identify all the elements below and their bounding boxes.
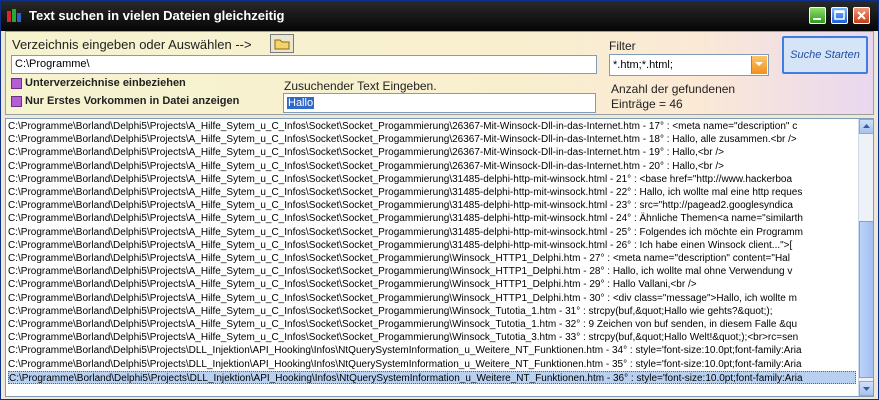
result-row[interactable]: C:\Programme\Borland\Delphi5\Projects\A_… <box>8 318 856 331</box>
results-list[interactable]: C:\Programme\Borland\Delphi5\Projects\A_… <box>5 118 874 397</box>
result-row[interactable]: C:\Programme\Borland\Delphi5\Projects\A_… <box>8 305 856 318</box>
scroll-down-button[interactable] <box>859 381 873 396</box>
first-occurrence-checkbox[interactable] <box>11 96 22 107</box>
result-row[interactable]: C:\Programme\Borland\Delphi5\Projects\A_… <box>8 186 856 199</box>
vertical-scrollbar[interactable] <box>858 119 873 396</box>
search-text-input[interactable]: Hallo <box>283 93 596 113</box>
directory-label: Verzeichnis eingeben oder Auswählen --> <box>12 37 252 52</box>
filter-dropdown-button[interactable] <box>751 56 767 74</box>
result-count-label: Anzahl der gefundenen <box>611 82 736 96</box>
minimize-button[interactable] <box>809 7 826 24</box>
close-icon <box>857 11 866 20</box>
directory-input[interactable]: C:\Programme\ <box>11 55 597 74</box>
scroll-up-button[interactable] <box>859 119 873 134</box>
result-row[interactable]: C:\Programme\Borland\Delphi5\Projects\DL… <box>8 370 856 384</box>
result-row[interactable]: C:\Programme\Borland\Delphi5\Projects\A_… <box>8 120 856 133</box>
search-panel: Verzeichnis eingeben oder Auswählen --> … <box>5 31 874 115</box>
filter-combobox[interactable]: *.htm;*.html; <box>609 54 769 76</box>
search-text-label: Zusuchender Text Eingeben. <box>284 79 437 93</box>
arrow-down-icon <box>863 387 870 391</box>
app-icon <box>7 9 21 22</box>
maximize-icon <box>834 10 845 20</box>
scroll-thumb[interactable] <box>859 221 873 378</box>
result-row[interactable]: C:\Programme\Borland\Delphi5\Projects\A_… <box>8 160 856 173</box>
result-count-value: Einträge = 46 <box>611 97 683 111</box>
result-row[interactable]: C:\Programme\Borland\Delphi5\Projects\A_… <box>8 292 856 305</box>
app-window: Text suchen in vielen Dateien gleichzeit… <box>0 0 879 400</box>
filter-value: *.htm;*.html; <box>613 59 673 71</box>
result-row[interactable]: C:\Programme\Borland\Delphi5\Projects\A_… <box>8 265 856 278</box>
result-row[interactable]: C:\Programme\Borland\Delphi5\Projects\A_… <box>8 252 856 265</box>
start-search-button[interactable]: Suche Starten <box>782 36 868 74</box>
maximize-button[interactable] <box>831 7 848 24</box>
arrow-up-icon <box>863 124 870 128</box>
result-row[interactable]: C:\Programme\Borland\Delphi5\Projects\A_… <box>8 331 856 344</box>
result-row[interactable]: C:\Programme\Borland\Delphi5\Projects\DL… <box>8 358 856 371</box>
result-row[interactable]: C:\Programme\Borland\Delphi5\Projects\A_… <box>8 278 856 291</box>
close-button[interactable] <box>853 7 870 24</box>
result-row[interactable]: C:\Programme\Borland\Delphi5\Projects\A_… <box>8 226 856 239</box>
minimize-icon <box>813 18 821 20</box>
result-row[interactable]: C:\Programme\Borland\Delphi5\Projects\A_… <box>8 173 856 186</box>
first-occurrence-label: Nur Erstes Vorkommen in Datei anzeigen <box>25 95 240 107</box>
result-row[interactable]: C:\Programme\Borland\Delphi5\Projects\A_… <box>8 133 856 146</box>
chevron-down-icon <box>755 62 763 66</box>
result-row[interactable]: C:\Programme\Borland\Delphi5\Projects\A_… <box>8 239 856 252</box>
subdirectories-checkbox[interactable] <box>11 78 22 89</box>
result-row[interactable]: C:\Programme\Borland\Delphi5\Projects\A_… <box>8 146 856 159</box>
result-row[interactable]: C:\Programme\Borland\Delphi5\Projects\DL… <box>8 344 856 357</box>
filter-label: Filter <box>609 39 636 53</box>
folder-icon <box>274 39 290 50</box>
result-row[interactable]: C:\Programme\Borland\Delphi5\Projects\A_… <box>8 212 856 225</box>
title-bar[interactable]: Text suchen in vielen Dateien gleichzeit… <box>1 1 878 31</box>
window-title: Text suchen in vielen Dateien gleichzeit… <box>29 8 285 23</box>
subdirectories-label: Unterverzeichnise einbeziehen <box>25 77 186 89</box>
browse-folder-button[interactable] <box>270 34 294 53</box>
search-text-value: Hallo <box>287 97 315 109</box>
result-row[interactable]: C:\Programme\Borland\Delphi5\Projects\A_… <box>8 199 856 212</box>
